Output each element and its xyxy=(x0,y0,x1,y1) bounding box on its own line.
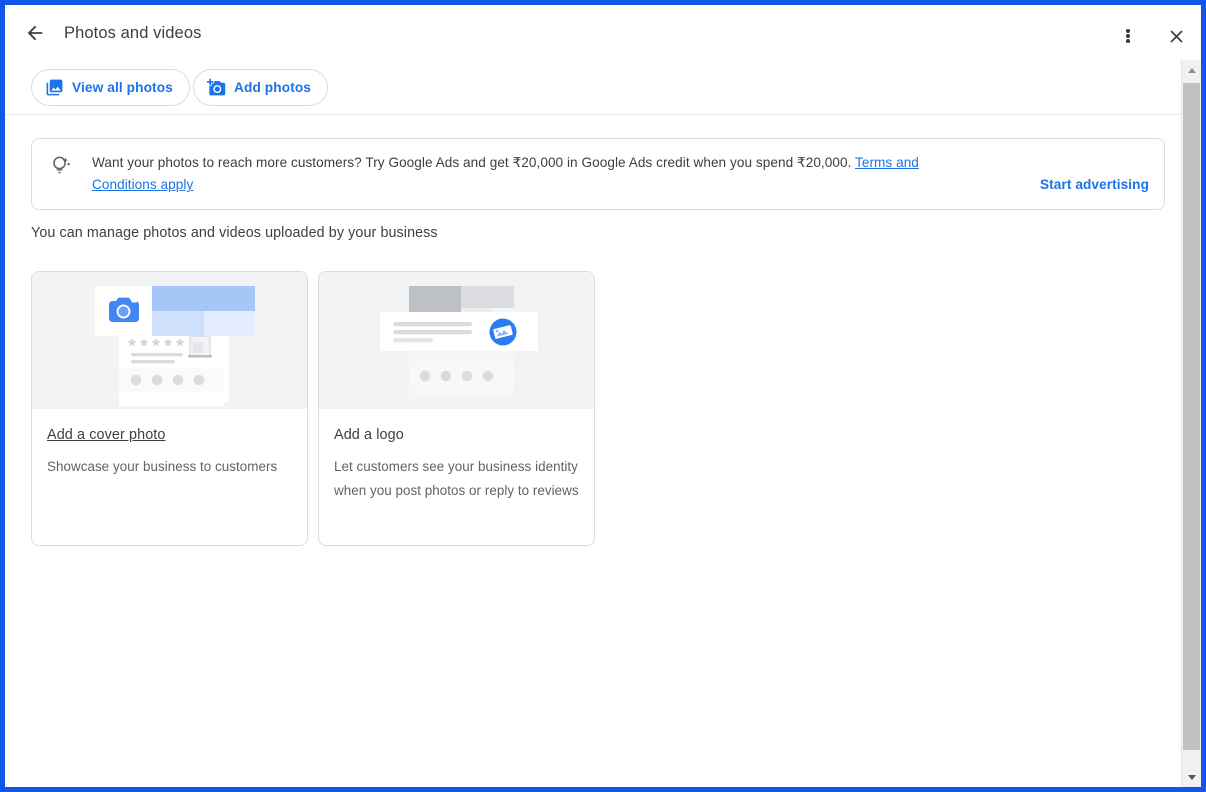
google-ads-promo-banner: Want your photos to reach more customers… xyxy=(31,138,1165,210)
add-logo-title[interactable]: Add a logo xyxy=(334,427,579,443)
more-vert-icon xyxy=(1126,28,1130,45)
photo-library-icon xyxy=(46,79,63,96)
photos-toolbar: View all photos Add photos xyxy=(5,60,1201,115)
lightbulb-idea-icon xyxy=(53,156,70,174)
view-all-photos-label: View all photos xyxy=(72,80,173,95)
close-button[interactable] xyxy=(1157,17,1195,55)
scrollbar-thumb[interactable] xyxy=(1183,83,1200,750)
card-text-body: Add a cover photo Showcase your business… xyxy=(32,409,307,479)
scroll-up-arrow-icon[interactable] xyxy=(1182,60,1201,80)
logo-illustration xyxy=(319,272,594,409)
view-all-photos-button[interactable]: View all photos xyxy=(31,69,190,106)
card-text-body: Add a logo Let customers see your busine… xyxy=(319,409,594,502)
add-logo-description: Let customers see your business identity… xyxy=(334,459,579,498)
manage-photos-subtitle: You can manage photos and videos uploade… xyxy=(31,225,438,241)
page-title: Photos and videos xyxy=(64,24,202,42)
add-cover-photo-description: Showcase your business to customers xyxy=(47,459,278,474)
add-cover-photo-title[interactable]: Add a cover photo xyxy=(47,427,292,443)
cover-photo-artwork xyxy=(95,286,255,406)
close-icon xyxy=(1169,29,1183,43)
add-logo-card[interactable]: Add a logo Let customers see your busine… xyxy=(318,271,595,546)
banner-text: Want your photos to reach more customers… xyxy=(92,152,982,196)
arrow-left-icon xyxy=(27,25,43,41)
add-a-photo-icon xyxy=(207,78,226,96)
dialog-content-area: Photos and videos View all photos Add ph… xyxy=(5,5,1201,787)
logo-artwork xyxy=(380,286,538,398)
dialog-window: Photos and videos View all photos Add ph… xyxy=(0,0,1206,792)
vertical-scrollbar[interactable] xyxy=(1181,60,1201,787)
cover-photo-illustration xyxy=(32,272,307,409)
start-advertising-button[interactable]: Start advertising xyxy=(1040,177,1149,192)
overflow-menu-button[interactable] xyxy=(1109,17,1147,55)
back-button[interactable] xyxy=(17,15,53,51)
add-photos-button[interactable]: Add photos xyxy=(193,69,329,106)
add-cover-photo-card[interactable]: Add a cover photo Showcase your business… xyxy=(31,271,308,546)
add-photos-label: Add photos xyxy=(234,80,312,95)
app-bar: Photos and videos xyxy=(5,5,1201,60)
banner-message: Want your photos to reach more customers… xyxy=(92,155,855,170)
scroll-down-arrow-icon[interactable] xyxy=(1182,767,1201,787)
